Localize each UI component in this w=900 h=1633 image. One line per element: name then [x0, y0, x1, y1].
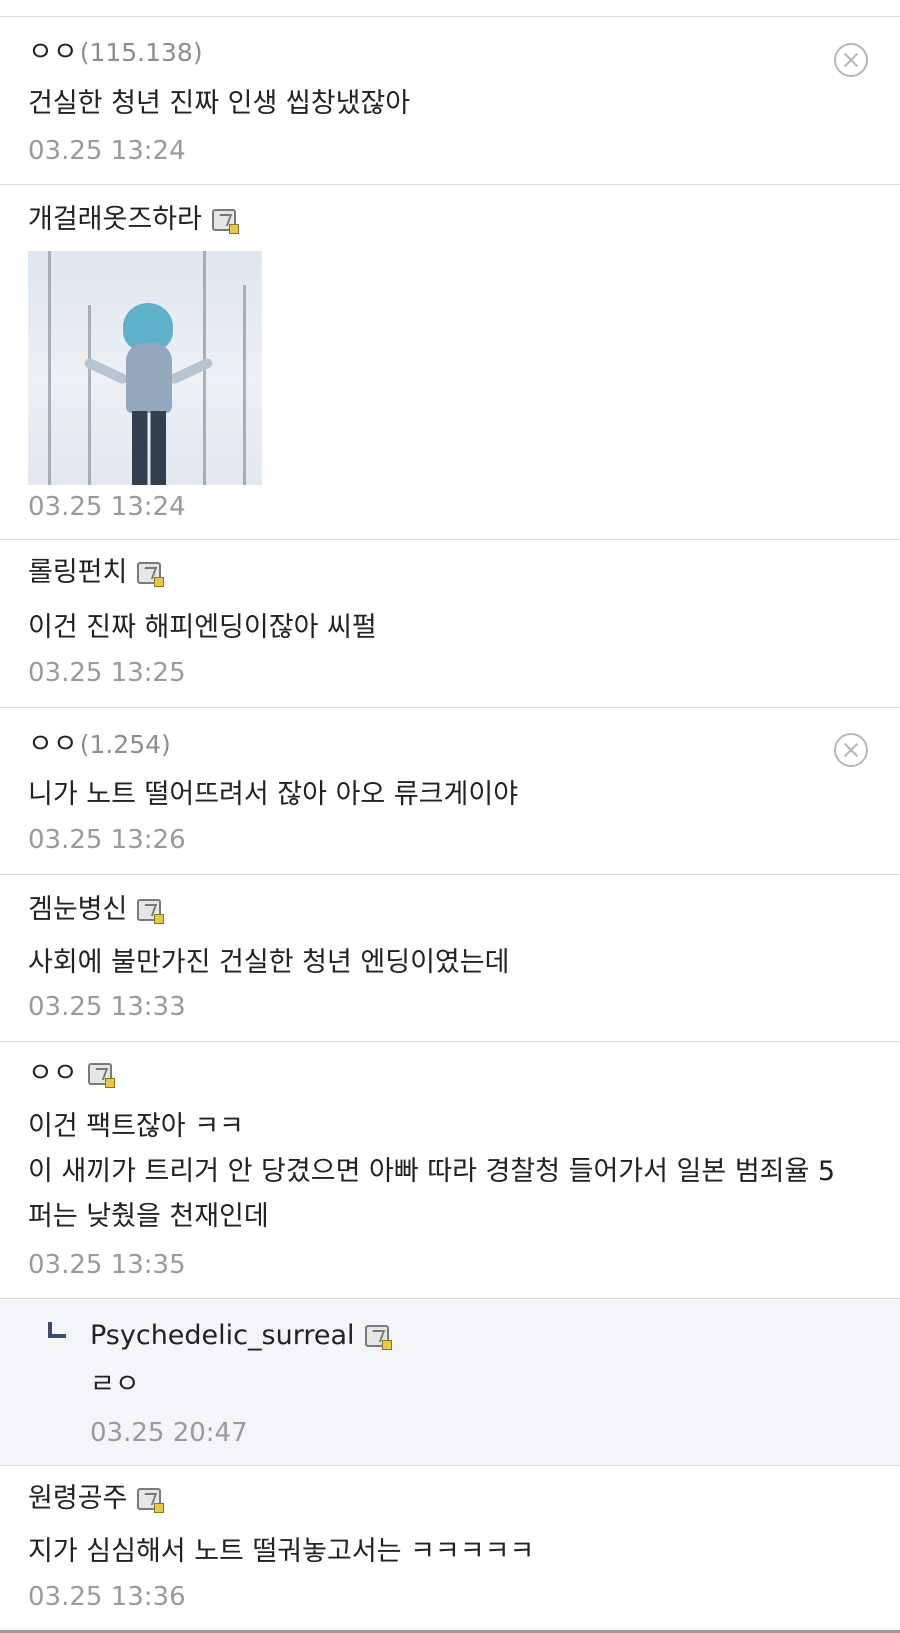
comment-author-line: ㅇㅇ — [28, 1058, 115, 1090]
comment-item: ㅇㅇ 이건 팩트잖아 ㅋㅋ 이 새끼가 트리거 안 당겼으면 아빠 따라 경찰청… — [0, 1043, 900, 1299]
comment-item: 원령공주 지가 심심해서 노트 떨궈놓고서는 ㅋㅋㅋㅋㅋ 03.25 13:36 — [0, 1467, 900, 1633]
comment-author[interactable]: 원령공주 — [28, 1483, 127, 1515]
comment-date: 03.25 13:26 — [28, 825, 186, 855]
comment-author[interactable]: 롤링펀치 — [28, 557, 127, 589]
comment-author[interactable]: ㅇㅇ — [28, 729, 78, 761]
comment-item: 겜눈병신 사회에 불만가진 건실한 청년 엔딩이였는데 03.25 13:33 — [0, 876, 900, 1042]
comment-text-line: 이 새끼가 트리거 안 당겼으면 아빠 따라 경찰청 들어가서 일본 범죄율 5 — [28, 1156, 836, 1187]
comment-text: 건실한 청년 진짜 인생 씹창냈잖아 — [28, 88, 411, 119]
delete-icon[interactable] — [834, 43, 868, 77]
member-badge-icon — [137, 562, 165, 587]
comment-author-line: 롤링펀치 — [28, 557, 165, 589]
reply-text: ㄹㅇ — [90, 1369, 140, 1400]
reply-date: 03.25 20:47 — [90, 1418, 248, 1448]
comment-author[interactable]: ㅇㅇ — [28, 1058, 78, 1090]
comment-text-line: 퍼는 낮췄을 천재인데 — [28, 1201, 269, 1232]
comment-text: 사회에 불만가진 건실한 청년 엔딩이였는데 — [28, 947, 510, 978]
comment-date: 03.25 13:24 — [28, 136, 186, 166]
comment-item: ㅇㅇ (115.138) 건실한 청년 진짜 인생 씹창냈잖아 03.25 13… — [0, 17, 900, 185]
comment-author[interactable]: 겜눈병신 — [28, 894, 127, 926]
comment-author[interactable]: ㅇㅇ — [28, 37, 78, 69]
comment-author[interactable]: 개걸래옷즈하라 — [28, 204, 202, 236]
reply-author-line: Psychedelic_surreal — [90, 1320, 392, 1352]
member-badge-icon — [87, 1063, 115, 1088]
comment-image[interactable] — [28, 251, 262, 485]
comment-author-line: 원령공주 — [28, 1483, 165, 1515]
comment-item: ㅇㅇ (1.254) 니가 노트 떨어뜨려서 잖아 아오 류크게이야 03.25… — [0, 709, 900, 875]
comment-ip: (115.138) — [79, 38, 203, 67]
delete-icon[interactable] — [834, 733, 868, 767]
comment-item: 롤링펀치 이건 진짜 해피엔딩이잖아 씨펄 03.25 13:25 — [0, 541, 900, 708]
comment-ip: (1.254) — [79, 730, 171, 759]
member-badge-icon — [211, 209, 239, 234]
comment-text: 이건 진짜 해피엔딩이잖아 씨펄 — [28, 612, 377, 643]
member-badge-icon — [137, 899, 165, 924]
comment-text-line: 이건 팩트잖아 ㅋㅋ — [28, 1111, 244, 1142]
reply-arrow-icon — [48, 1322, 66, 1338]
comment-date: 03.25 13:25 — [28, 658, 186, 688]
comment-text: 지가 심심해서 노트 떨궈놓고서는 ㅋㅋㅋㅋㅋ — [28, 1536, 535, 1567]
member-badge-icon — [364, 1325, 392, 1350]
comment-text: 니가 노트 떨어뜨려서 잖아 아오 류크게이야 — [28, 779, 519, 810]
comment-date: 03.25 13:24 — [28, 492, 186, 522]
comment-author-line: 개걸래옷즈하라 — [28, 204, 239, 236]
comment-author-line: 겜눈병신 — [28, 894, 165, 926]
comment-author-line: ㅇㅇ (1.254) — [28, 729, 171, 761]
comment-date: 03.25 13:35 — [28, 1250, 186, 1280]
comment-author-line: ㅇㅇ (115.138) — [28, 37, 203, 69]
member-badge-icon — [137, 1488, 165, 1513]
reply-item: Psychedelic_surreal ㄹㅇ 03.25 20:47 — [0, 1300, 900, 1466]
comment-date: 03.25 13:36 — [28, 1582, 186, 1612]
comment-item: 개걸래옷즈하라 03.25 13:24 — [0, 186, 900, 540]
reply-author[interactable]: Psychedelic_surreal — [90, 1320, 355, 1352]
comment-date: 03.25 13:33 — [28, 992, 186, 1022]
